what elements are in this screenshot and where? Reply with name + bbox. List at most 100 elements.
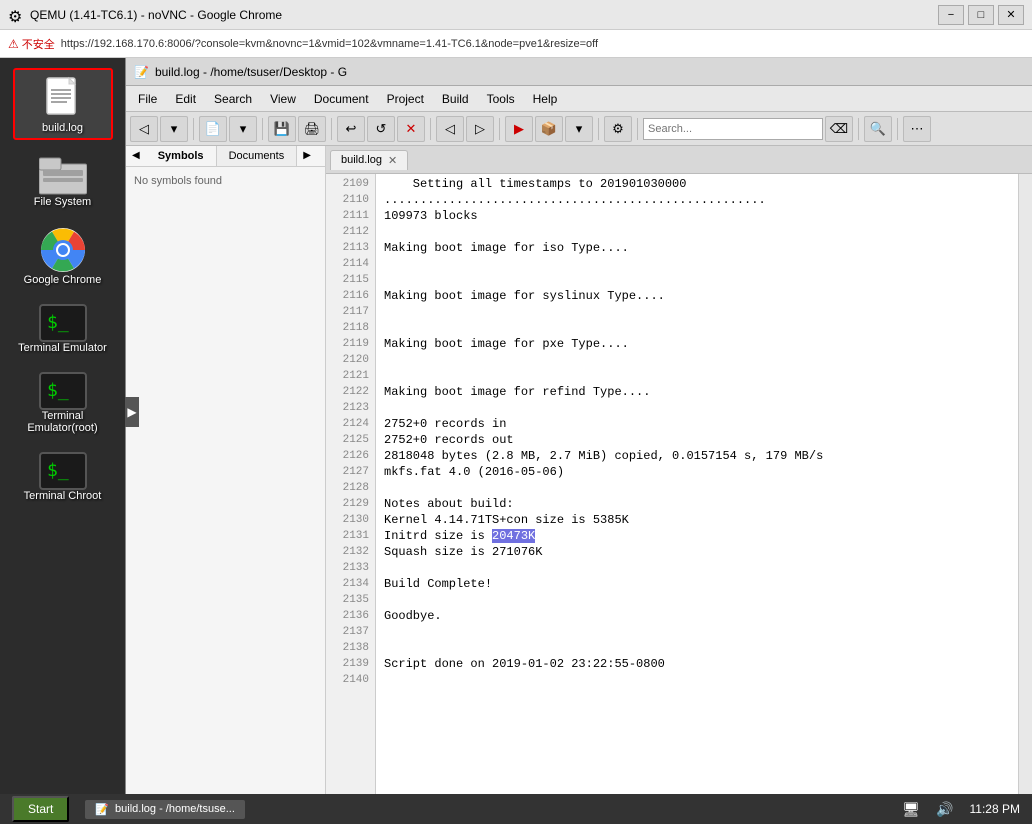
search-input[interactable] <box>643 118 823 140</box>
chrome-icon <box>39 226 87 274</box>
desktop-icon-label: Terminal Chroot <box>24 490 102 502</box>
code-line <box>384 304 1010 320</box>
app-icon: ⚙ <box>8 7 24 23</box>
gedit-title-text: build.log - /home/tsuser/Desktop - G <box>155 65 1024 79</box>
code-line <box>384 400 1010 416</box>
close-button[interactable]: ✕ <box>998 5 1024 25</box>
sidebar-arrow-right[interactable]: ▶ <box>297 146 317 166</box>
terminal-root-icon: $_ <box>39 372 87 410</box>
line-number: 2122 <box>332 384 369 400</box>
toolbar-settings-btn[interactable]: ⚙ <box>604 116 632 142</box>
menu-search[interactable]: Search <box>206 90 260 108</box>
toolbar-new-btn[interactable]: 📄 <box>199 116 227 142</box>
menu-file[interactable]: File <box>130 90 165 108</box>
line-number: 2131 <box>332 528 369 544</box>
desktop-icon-label: Google Chrome <box>24 274 102 286</box>
desktop-icon-build-log[interactable]: build.log <box>13 68 113 140</box>
code-line <box>384 256 1010 272</box>
code-line: Making boot image for refind Type.... <box>384 384 1010 400</box>
security-label: 不安全 <box>22 36 55 52</box>
scrollbar[interactable] <box>1018 174 1032 794</box>
toolbar-extra-btn[interactable]: ⋯ <box>903 116 931 142</box>
sidebar-toggle[interactable]: ▶ <box>125 397 139 427</box>
warning-icon: ⚠ <box>8 37 19 51</box>
line-number: 2119 <box>332 336 369 352</box>
line-number: 2114 <box>332 256 369 272</box>
toolbar-plugin-btn[interactable]: 📦 <box>535 116 563 142</box>
desktop-icon-terminal-root[interactable]: $_ Terminal Emulator(root) <box>13 368 113 438</box>
desktop-icon-chrome[interactable]: Google Chrome <box>13 222 113 290</box>
code-line: Making boot image for pxe Type.... <box>384 336 1010 352</box>
toolbar-nav-back-btn[interactable]: ◁ <box>436 116 464 142</box>
line-number: 2126 <box>332 448 369 464</box>
line-number: 2121 <box>332 368 369 384</box>
code-line: mkfs.fat 4.0 (2016-05-06) <box>384 464 1010 480</box>
svg-text:$_: $_ <box>47 460 69 481</box>
url-text[interactable]: https://192.168.170.6:8006/?console=kvm&… <box>61 38 1024 50</box>
terminal-chroot-icon: $_ <box>39 452 87 490</box>
toolbar-clear-btn[interactable]: ⌫ <box>825 116 853 142</box>
code-line: ........................................… <box>384 192 1010 208</box>
gedit-body: ◀ Symbols Documents ▶ No symbols found b… <box>126 146 1032 794</box>
menu-build[interactable]: Build <box>434 90 477 108</box>
gedit-sidebar-panel: ◀ Symbols Documents ▶ No symbols found <box>126 146 326 794</box>
desktop-icon-terminal-chroot[interactable]: $_ Terminal Chroot <box>13 448 113 506</box>
line-number: 2127 <box>332 464 369 480</box>
gedit-window: 📝 build.log - /home/tsuser/Desktop - G F… <box>125 58 1032 794</box>
toolbar-open-dropdown-btn[interactable]: ▾ <box>229 116 257 142</box>
toolbar-back-btn[interactable]: ◁ <box>130 116 158 142</box>
menu-edit[interactable]: Edit <box>167 90 204 108</box>
maximize-button[interactable]: □ <box>968 5 994 25</box>
toolbar-search-btn[interactable]: 🔍 <box>864 116 892 142</box>
code-content: Setting all timestamps to 201901030000..… <box>376 174 1018 794</box>
sidebar-tab-symbols[interactable]: Symbols <box>146 146 217 166</box>
start-button[interactable]: Start <box>12 796 69 822</box>
toolbar-stop-btn[interactable]: ✕ <box>397 116 425 142</box>
toolbar-sep-6 <box>598 118 599 140</box>
sidebar-tabs: ◀ Symbols Documents ▶ <box>126 146 325 167</box>
code-line: Notes about build: <box>384 496 1010 512</box>
toolbar-reload-btn[interactable]: ↺ <box>367 116 395 142</box>
filesystem-icon <box>39 154 87 196</box>
toolbar-run-btn[interactable]: ▶ <box>505 116 533 142</box>
toolbar-sep-7 <box>637 118 638 140</box>
toolbar-nav-fwd-btn[interactable]: ▷ <box>466 116 494 142</box>
document-tab[interactable]: build.log ✕ <box>330 150 408 170</box>
line-number: 2117 <box>332 304 369 320</box>
code-line: Squash size is 271076K <box>384 544 1010 560</box>
code-area[interactable]: 2109211021112112211321142115211621172118… <box>326 174 1032 794</box>
main-area: build.log File System <box>0 58 1032 794</box>
menu-document[interactable]: Document <box>306 90 377 108</box>
toolbar-undo-btn[interactable]: ↩ <box>337 116 365 142</box>
code-line: Setting all timestamps to 201901030000 <box>384 176 1010 192</box>
desktop-icon-terminal[interactable]: $_ Terminal Emulator <box>13 300 113 358</box>
tab-close-button[interactable]: ✕ <box>388 154 397 167</box>
menu-help[interactable]: Help <box>525 90 566 108</box>
line-number: 2134 <box>332 576 369 592</box>
sidebar-arrow-left[interactable]: ◀ <box>126 146 146 166</box>
line-number: 2135 <box>332 592 369 608</box>
toolbar-print-btn[interactable]: 🖨 <box>298 116 326 142</box>
code-line <box>384 272 1010 288</box>
menu-tools[interactable]: Tools <box>479 90 523 108</box>
gedit-document-area: build.log ✕ 2109211021112112211321142115… <box>326 146 1032 794</box>
toolbar-dropdown-btn[interactable]: ▾ <box>160 116 188 142</box>
clock: 11:28 PM <box>970 802 1020 816</box>
toolbar-sep-1 <box>193 118 194 140</box>
status-tab-item[interactable]: 📝 build.log - /home/tsuse... <box>85 800 245 819</box>
toolbar-sep-2 <box>262 118 263 140</box>
toolbar-plugin-dropdown-btn[interactable]: ▾ <box>565 116 593 142</box>
security-warning: ⚠ 不安全 <box>8 36 55 52</box>
address-bar: ⚠ 不安全 https://192.168.170.6:8006/?consol… <box>0 30 1032 58</box>
line-number: 2115 <box>332 272 369 288</box>
toolbar-save-btn[interactable]: 💾 <box>268 116 296 142</box>
svg-text:$_: $_ <box>47 380 69 401</box>
sidebar-tab-documents[interactable]: Documents <box>217 146 298 166</box>
desktop-icon-filesystem[interactable]: File System <box>13 150 113 212</box>
minimize-button[interactable]: − <box>938 5 964 25</box>
code-line <box>384 592 1010 608</box>
menu-view[interactable]: View <box>262 90 304 108</box>
menu-project[interactable]: Project <box>379 90 432 108</box>
line-number: 2120 <box>332 352 369 368</box>
code-line: Goodbye. <box>384 608 1010 624</box>
